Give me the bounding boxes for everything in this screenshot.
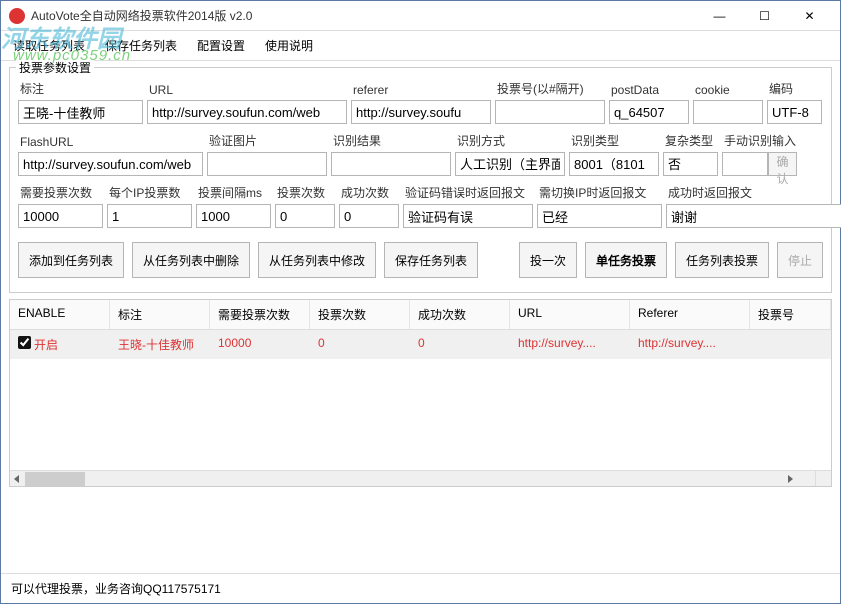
input-votecnt[interactable]	[275, 204, 335, 228]
label-verres: 识别结果	[331, 132, 451, 149]
table-row[interactable]: 开启 王晓-十佳教师 10000 0 0 http://survey.... h…	[10, 330, 831, 359]
input-cookie[interactable]	[693, 100, 763, 124]
cell-votenum	[750, 330, 831, 359]
label-manual: 手动识别输入	[722, 132, 797, 149]
input-votenum[interactable]	[495, 100, 605, 124]
label-url: URL	[147, 83, 347, 97]
input-succcnt[interactable]	[339, 204, 399, 228]
row-3: 需要投票次数 每个IP投票数 投票间隔ms 投票次数 成功次数 验证码错误时返回…	[18, 184, 823, 228]
input-postdata[interactable]	[609, 100, 689, 124]
label-needvote: 需要投票次数	[18, 184, 103, 201]
menubar: 读取任务列表 保存任务列表 配置设置 使用说明	[1, 31, 840, 61]
label-switchip: 需切换IP时返回报文	[537, 184, 662, 201]
input-verimg[interactable]	[207, 152, 327, 176]
col-url[interactable]: URL	[510, 300, 630, 329]
label-note: 标注	[18, 80, 143, 97]
select-vertype[interactable]: 8001（8101	[569, 152, 659, 176]
table-header: ENABLE 标注 需要投票次数 投票次数 成功次数 URL Referer 投…	[10, 300, 831, 330]
group-title: 投票参数设置	[16, 59, 94, 76]
cell-enable: 开启	[34, 338, 58, 352]
input-manual[interactable]	[722, 152, 768, 176]
select-vermode[interactable]: 人工识别（主界面	[455, 152, 565, 176]
cell-votecnt: 0	[310, 330, 410, 359]
input-needvote[interactable]	[18, 204, 103, 228]
scroll-corner	[815, 470, 831, 486]
label-vermode: 识别方式	[455, 132, 565, 149]
label-complextype: 复杂类型	[663, 132, 718, 149]
scroll-left-icon[interactable]	[14, 475, 19, 483]
vote-once-button[interactable]: 投一次	[519, 242, 577, 278]
window-controls: — ☐ ✕	[697, 1, 832, 31]
cell-url: http://survey....	[510, 330, 630, 359]
label-success-ret: 成功时返回报文	[666, 184, 841, 201]
task-table: ENABLE 标注 需要投票次数 投票次数 成功次数 URL Referer 投…	[9, 299, 832, 487]
task-list-vote-button[interactable]: 任务列表投票	[675, 242, 769, 278]
input-referer[interactable]	[351, 100, 491, 124]
menu-config[interactable]: 配置设置	[193, 35, 249, 56]
select-complextype[interactable]: 否	[663, 152, 718, 176]
label-verimg: 验证图片	[207, 132, 327, 149]
input-note[interactable]	[18, 100, 143, 124]
col-succcnt[interactable]: 成功次数	[410, 300, 510, 329]
label-postdata: postData	[609, 83, 689, 97]
menu-save-tasks[interactable]: 保存任务列表	[101, 35, 181, 56]
menu-help[interactable]: 使用说明	[261, 35, 317, 56]
label-ipvote: 每个IP投票数	[107, 184, 192, 201]
label-encode: 编码	[767, 80, 822, 97]
minimize-button[interactable]: —	[697, 1, 742, 31]
confirm-button[interactable]: 确认	[768, 152, 797, 176]
label-interval: 投票间隔ms	[196, 184, 271, 201]
input-verres[interactable]	[331, 152, 451, 176]
maximize-button[interactable]: ☐	[742, 1, 787, 31]
menu-read-tasks[interactable]: 读取任务列表	[9, 35, 89, 56]
row-checkbox[interactable]	[18, 336, 31, 349]
cell-needvote: 10000	[210, 330, 310, 359]
close-button[interactable]: ✕	[787, 1, 832, 31]
input-verify-err[interactable]	[403, 204, 533, 228]
input-switchip[interactable]	[537, 204, 662, 228]
modify-in-list-button[interactable]: 从任务列表中修改	[258, 242, 376, 278]
app-icon	[9, 8, 25, 24]
add-to-list-button[interactable]: 添加到任务列表	[18, 242, 124, 278]
label-votecnt: 投票次数	[275, 184, 335, 201]
input-interval[interactable]	[196, 204, 271, 228]
single-task-vote-button[interactable]: 单任务投票	[585, 242, 667, 278]
label-vertype: 识别类型	[569, 132, 659, 149]
cell-note: 王晓-十佳教师	[110, 330, 210, 359]
horizontal-scrollbar[interactable]	[10, 470, 815, 486]
cell-referer: http://survey....	[630, 330, 750, 359]
col-referer[interactable]: Referer	[630, 300, 750, 329]
input-flashurl[interactable]	[18, 152, 203, 176]
label-verify-err: 验证码错误时返回报文	[403, 184, 533, 201]
button-row: 添加到任务列表 从任务列表中删除 从任务列表中修改 保存任务列表 投一次 单任务…	[18, 242, 823, 278]
label-referer: referer	[351, 83, 491, 97]
input-ipvote[interactable]	[107, 204, 192, 228]
save-list-button[interactable]: 保存任务列表	[384, 242, 478, 278]
label-cookie: cookie	[693, 83, 763, 97]
col-votenum[interactable]: 投票号	[750, 300, 831, 329]
input-url[interactable]	[147, 100, 347, 124]
row-2: FlashURL 验证图片 识别结果 识别方式人工识别（主界面 识别类型 8001…	[18, 132, 823, 176]
col-votecnt[interactable]: 投票次数	[310, 300, 410, 329]
stop-button[interactable]: 停止	[777, 242, 823, 278]
scroll-thumb[interactable]	[25, 472, 85, 486]
statusbar: 可以代理投票，业务咨询QQ117575171	[1, 573, 840, 603]
col-note[interactable]: 标注	[110, 300, 210, 329]
window-title: AutoVote全自动网络投票软件2014版 v2.0	[31, 7, 697, 24]
titlebar: AutoVote全自动网络投票软件2014版 v2.0 — ☐ ✕	[1, 1, 840, 31]
row-1: 标注 URL referer 投票号(以#隔开) postData cookie…	[18, 80, 823, 124]
input-success-ret[interactable]	[666, 204, 841, 228]
status-text: 可以代理投票，业务咨询QQ117575171	[11, 582, 221, 596]
input-encode[interactable]	[767, 100, 822, 124]
delete-from-list-button[interactable]: 从任务列表中删除	[132, 242, 250, 278]
settings-group: 投票参数设置 标注 URL referer 投票号(以#隔开) postData…	[9, 67, 832, 293]
scroll-right-icon[interactable]	[788, 475, 793, 483]
label-votenum: 投票号(以#隔开)	[495, 80, 605, 97]
cell-succcnt: 0	[410, 330, 510, 359]
label-succcnt: 成功次数	[339, 184, 399, 201]
label-flashurl: FlashURL	[18, 135, 203, 149]
col-enable[interactable]: ENABLE	[10, 300, 110, 329]
col-needvote[interactable]: 需要投票次数	[210, 300, 310, 329]
